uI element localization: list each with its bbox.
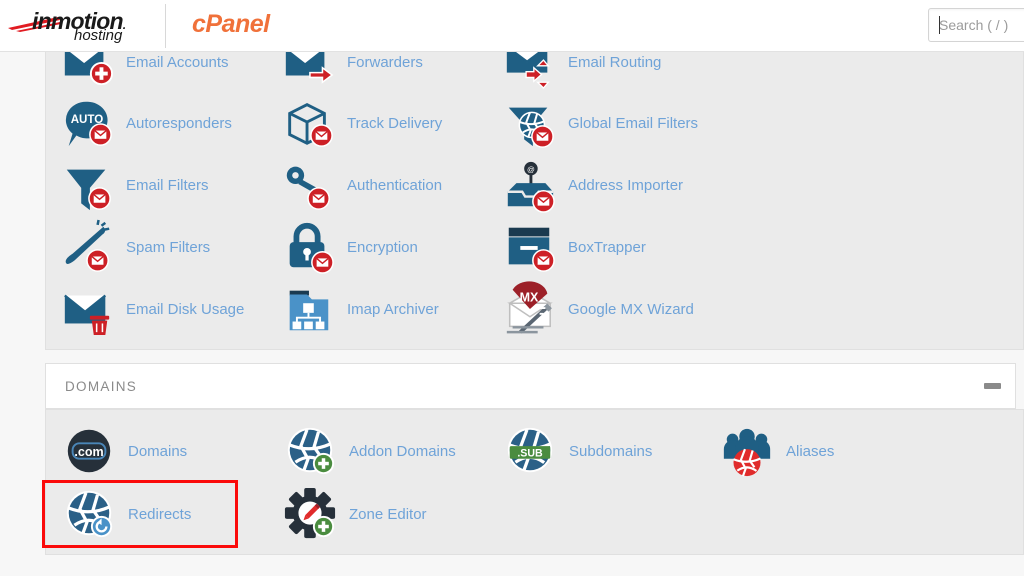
app-item-label: Encryption [347,238,418,256]
app-item-email-filters[interactable]: Email Filters [60,157,209,213]
app-item-redirects[interactable]: Redirects [62,486,191,542]
app-item-label: Zone Editor [349,505,427,523]
app-item-global-email-filters[interactable]: Global Email Filters [502,95,698,151]
lock-envelope-icon [281,220,335,274]
app-item-addon-domains[interactable]: Addon Domains [283,423,456,479]
app-item-domains[interactable]: .com Domains [62,423,187,479]
app-item-spam-filters[interactable]: Spam Filters [60,219,210,275]
app-item-aliases[interactable]: Aliases [720,423,834,479]
app-item-label: Address Importer [568,176,684,194]
app-item-imap-archiver[interactable]: Imap Archiver [281,281,439,337]
top-header-bar: inmotion. hosting cPanel [0,0,1024,52]
app-item-label: Subdomains [569,442,653,460]
envelope-trash-icon [60,282,114,336]
app-item-label: Addon Domains [349,442,456,460]
key-envelope-icon [281,158,335,212]
app-item-label: Global Email Filters [568,114,699,132]
app-item-subdomains[interactable]: .SUB Subdomains [503,423,652,479]
svg-text:MX: MX [520,290,539,304]
app-item-label: BoxTrapper [568,238,646,256]
app-item-label: Imap Archiver [347,300,439,318]
app-item-label: Email Routing [568,53,662,71]
inmotion-hosting-logo[interactable]: inmotion. hosting [6,6,158,48]
cpanel-logo[interactable]: cPanel [192,10,270,39]
app-item-label: Redirects [128,505,192,523]
app-item-google-mx-wizard[interactable]: MX Google MX Wizard [502,281,694,337]
dot-com-icon: .com [62,424,116,478]
imap-folder-icon [281,282,335,336]
app-item-zone-editor[interactable]: Zone Editor [283,486,427,542]
inmotion-word-dot: . [122,18,126,32]
app-item-label: Google MX Wizard [568,300,694,318]
app-item-autoresponders[interactable]: AUTO Autoresponders [60,95,232,151]
search-text-caret [939,16,940,34]
inbox-import-icon: @ [502,158,556,213]
app-item-label: Forwarders [347,53,423,71]
app-item-label: Email Accounts [126,53,229,71]
funnel-globe-icon [502,96,556,150]
app-item-label: Authentication [347,176,443,194]
app-item-label: Email Disk Usage [126,300,245,318]
app-item-address-importer[interactable]: @ Address Importer [502,157,683,213]
globe-plus-icon [283,424,337,478]
archive-envelope-icon [502,220,556,274]
header-divider [165,4,166,48]
search-input[interactable] [928,8,1024,42]
domains-section-title: DOMAINS [65,378,138,394]
people-globe-icon [720,424,774,478]
carrot-envelope-icon [60,219,114,274]
collapse-toggle-icon[interactable] [984,383,1001,389]
app-item-label: Aliases [786,442,835,460]
app-item-boxtrapper[interactable]: BoxTrapper [502,219,646,275]
globe-sub-icon: .SUB [503,424,557,478]
app-item-label: Domains [128,442,188,460]
globe-redirect-icon [62,487,116,541]
svg-text:@: @ [527,165,535,174]
box-envelope-icon [281,96,335,150]
app-item-track-delivery[interactable]: Track Delivery [281,95,442,151]
funnel-envelope-icon [60,158,114,212]
hosting-subword: hosting [74,27,123,44]
gear-pencil-icon [283,487,337,541]
app-item-encryption[interactable]: Encryption [281,219,418,275]
app-item-email-disk-usage[interactable]: Email Disk Usage [60,281,244,337]
app-item-label: Email Filters [126,176,209,194]
mx-wizard-icon: MX [502,281,556,336]
svg-text:.SUB: .SUB [517,447,543,459]
app-item-authentication[interactable]: Authentication [281,157,442,213]
app-item-label: Track Delivery [347,114,443,132]
domains-section-header[interactable]: DOMAINS [45,363,1016,409]
search-box[interactable] [928,8,1024,42]
auto-bubble-icon: AUTO [60,96,114,150]
svg-text:.com: .com [74,445,103,459]
app-item-label: Spam Filters [126,238,211,256]
app-item-label: Autoresponders [126,114,232,132]
